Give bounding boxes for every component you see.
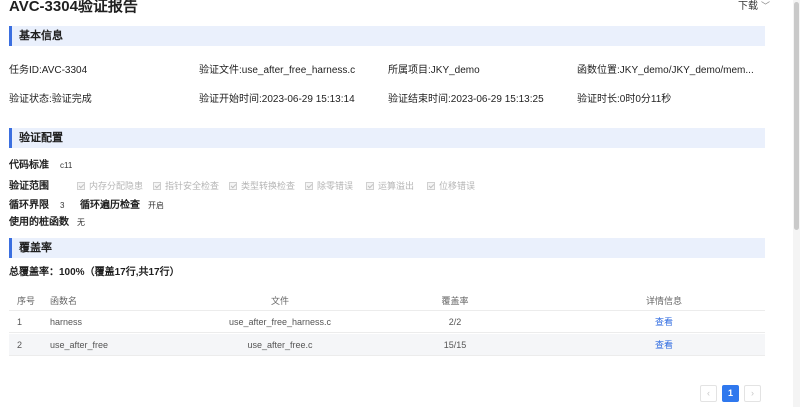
chevron-down-icon: ﹀	[761, 1, 771, 11]
row-func: use_after_free	[50, 340, 109, 350]
coverage-summary: 总覆盖率：100%（覆盖17行,共17行）	[9, 267, 180, 278]
prev-page-button[interactable]: ‹	[700, 385, 717, 402]
loop-traverse-value: 开启	[148, 201, 164, 210]
checkbox-icon	[77, 182, 85, 190]
view-detail-link[interactable]: 查看	[634, 339, 694, 351]
scope-checkbox-divzero: 除零错误	[305, 180, 353, 192]
view-detail-link[interactable]: 查看	[634, 316, 694, 328]
section-title: 覆盖率	[19, 242, 52, 254]
col-rate: 覆盖率	[441, 296, 469, 306]
stub-value: 无	[77, 218, 85, 227]
row-file: use_after_free.c	[247, 340, 313, 350]
checkbox-label: 位移错误	[439, 181, 476, 191]
table-row: 1 harness use_after_free_harness.c 2/2 查…	[9, 311, 765, 333]
checkbox-icon	[229, 182, 237, 190]
next-page-button[interactable]: ›	[744, 385, 761, 402]
checkbox-icon	[427, 182, 435, 190]
stub-label: 使用的桩函数	[9, 217, 69, 228]
project: 所属项目:JKY_demo	[388, 65, 480, 76]
row-file: use_after_free_harness.c	[228, 317, 332, 327]
task-id: 任务ID:AVC-3304	[9, 65, 88, 76]
row-index: 1	[17, 317, 23, 327]
table-header: 序号 函数名 文件 覆盖率 详情信息	[9, 290, 765, 311]
col-func: 函数名	[50, 296, 78, 306]
scope-checkbox-pointer: 指针安全检查	[153, 180, 219, 192]
loop-traverse-label: 循环遍历检查	[80, 200, 140, 211]
code-standard-value: c11	[60, 161, 73, 170]
download-button[interactable]: 下载 ﹀	[738, 0, 770, 13]
table-row: 2 use_after_free use_after_free.c 15/15 …	[9, 334, 765, 356]
scope-checkbox-type: 类型转换检查	[229, 180, 295, 192]
section-coverage: 覆盖率	[9, 238, 765, 258]
row-func: harness	[50, 317, 83, 327]
start-time: 验证开始时间:2023-06-29 15:13:14	[199, 94, 355, 105]
col-index: 序号	[17, 296, 36, 306]
row-index: 2	[17, 340, 23, 350]
duration: 验证时长:0时0分11秒	[577, 94, 672, 105]
download-label: 下载	[738, 1, 758, 12]
section-title: 基本信息	[19, 30, 63, 42]
function-location: 函数位置:JKY_demo/JKY_demo/mem...	[577, 65, 754, 76]
col-detail: 详情信息	[645, 296, 682, 306]
end-time: 验证结束时间:2023-06-29 15:13:25	[388, 94, 544, 105]
scrollbar-thumb[interactable]	[794, 2, 799, 230]
code-standard-label: 代码标准	[9, 160, 49, 171]
checkbox-icon	[153, 182, 161, 190]
checkbox-label: 类型转换检查	[241, 181, 296, 191]
loop-bound-value: 3	[60, 201, 65, 210]
checkbox-label: 运算溢出	[378, 181, 415, 191]
checkbox-icon	[366, 182, 374, 190]
section-verify-config: 验证配置	[9, 128, 765, 148]
col-file: 文件	[270, 296, 289, 306]
section-title: 验证配置	[19, 132, 63, 144]
checkbox-label: 指针安全检查	[165, 181, 220, 191]
checkbox-icon	[305, 182, 313, 190]
scope-label: 验证范围	[9, 181, 49, 192]
checkbox-label: 内存分配隐患	[89, 181, 144, 191]
row-rate: 2/2	[448, 317, 462, 327]
page-1-button[interactable]: 1	[722, 385, 739, 402]
vertical-scrollbar[interactable]	[793, 0, 800, 407]
verify-status: 验证状态:验证完成	[9, 94, 92, 105]
scope-checkbox-memory: 内存分配隐患	[77, 180, 143, 192]
page-title: AVC-3304验证报告	[9, 0, 138, 15]
scope-checkbox-overflow: 运算溢出	[366, 180, 414, 192]
section-basic-info: 基本信息	[9, 26, 765, 46]
loop-bound-label: 循环界限	[9, 200, 49, 211]
checkbox-label: 除零错误	[317, 181, 354, 191]
scope-checkbox-shift: 位移错误	[427, 180, 475, 192]
row-rate: 15/15	[443, 340, 467, 350]
verify-file: 验证文件:use_after_free_harness.c	[199, 65, 356, 76]
